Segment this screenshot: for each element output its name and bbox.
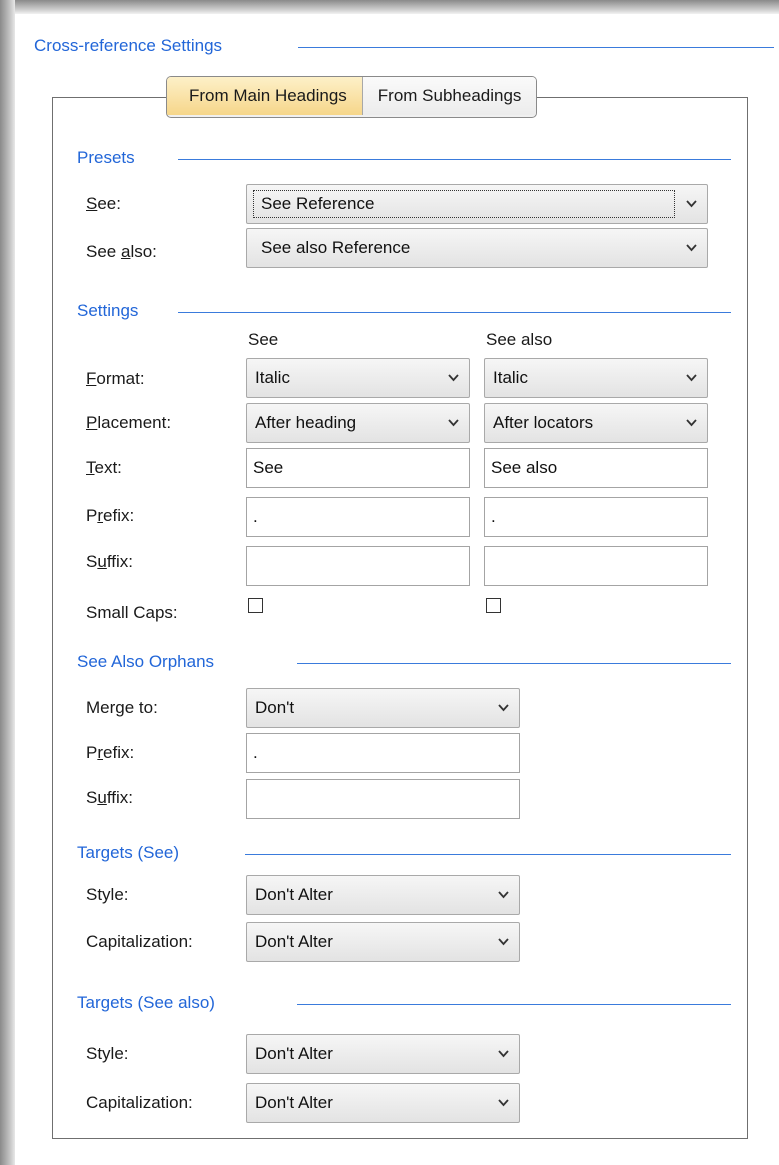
presets-rule bbox=[178, 159, 731, 160]
chevron-down-icon bbox=[448, 418, 459, 427]
merge-to-value: Don't bbox=[255, 698, 295, 717]
suffix-see-input[interactable] bbox=[246, 546, 470, 586]
orphans-prefix-value: . bbox=[253, 743, 258, 762]
tab-from-main-headings[interactable]: From Main Headings bbox=[167, 77, 363, 115]
text-see-also-value: See also bbox=[491, 458, 558, 477]
chevron-down-icon bbox=[498, 890, 509, 899]
small-caps-see-also-checkbox[interactable] bbox=[486, 598, 501, 613]
targets-see-also-cap-value: Don't Alter bbox=[255, 1093, 333, 1112]
placement-label: Placement: bbox=[86, 413, 172, 432]
prefix-see-value: . bbox=[253, 507, 258, 526]
format-label: Format: bbox=[86, 369, 145, 388]
targets-see-cap-label: Capitalization: bbox=[86, 932, 193, 951]
tab-strip: From Main Headings From Subheadings bbox=[166, 76, 538, 118]
placement-see-select[interactable]: After heading bbox=[246, 403, 470, 443]
targets-see-style-select[interactable]: Don't Alter bbox=[246, 875, 520, 915]
text-see-also-input[interactable]: See also bbox=[484, 448, 708, 488]
text-see-input[interactable]: See bbox=[246, 448, 470, 488]
chevron-down-icon bbox=[448, 373, 459, 382]
targets-see-also-header: Targets (See also) bbox=[77, 993, 215, 1012]
targets-see-also-rule bbox=[297, 1004, 731, 1005]
chevron-down-icon bbox=[498, 1098, 509, 1107]
column-header-see-also: See also bbox=[486, 330, 553, 349]
targets-see-style-label: Style: bbox=[86, 885, 129, 904]
targets-see-style-value: Don't Alter bbox=[255, 885, 333, 904]
placement-see-also-select[interactable]: After locators bbox=[484, 403, 708, 443]
text-label: Text: bbox=[86, 458, 122, 477]
orphans-prefix-input[interactable]: . bbox=[246, 733, 520, 773]
column-header-see: See bbox=[248, 330, 279, 349]
title-rule bbox=[298, 47, 774, 48]
presets-header: Presets bbox=[77, 148, 135, 167]
chevron-down-icon bbox=[686, 243, 697, 252]
format-see-also-select[interactable]: Italic bbox=[484, 358, 708, 398]
placement-see-value: After heading bbox=[255, 413, 357, 432]
see-also-orphans-header: See Also Orphans bbox=[77, 652, 215, 671]
chevron-down-icon bbox=[686, 373, 697, 382]
suffix-label: Suffix: bbox=[86, 552, 133, 571]
see-preset-value: See Reference bbox=[261, 194, 375, 213]
see-also-preset-value: See also Reference bbox=[261, 238, 411, 257]
small-caps-see-checkbox[interactable] bbox=[248, 598, 263, 613]
targets-see-rule bbox=[245, 854, 731, 855]
see-also-preset-label: See also: bbox=[86, 242, 157, 261]
targets-see-also-cap-label: Capitalization: bbox=[86, 1093, 193, 1112]
targets-see-also-style-label: Style: bbox=[86, 1044, 129, 1063]
prefix-see-input[interactable]: . bbox=[246, 497, 470, 537]
chevron-down-icon bbox=[686, 199, 697, 208]
chevron-down-icon bbox=[498, 703, 509, 712]
targets-see-also-style-value: Don't Alter bbox=[255, 1044, 333, 1063]
small-caps-label: Small Caps: bbox=[86, 603, 178, 622]
chevron-down-icon bbox=[498, 937, 509, 946]
merge-to-select[interactable]: Don't bbox=[246, 688, 520, 728]
prefix-see-also-value: . bbox=[491, 507, 496, 526]
targets-see-cap-value: Don't Alter bbox=[255, 932, 333, 951]
prefix-see-also-input[interactable]: . bbox=[484, 497, 708, 537]
orphans-rule bbox=[297, 663, 731, 664]
cross-reference-settings-title: Cross-reference Settings bbox=[34, 36, 223, 55]
window-shadow-top bbox=[0, 0, 779, 14]
chevron-down-icon bbox=[498, 1049, 509, 1058]
orphans-suffix-label: Suffix: bbox=[86, 788, 133, 807]
see-preset-label: See: bbox=[86, 194, 121, 213]
chevron-down-icon bbox=[686, 418, 697, 427]
targets-see-also-style-select[interactable]: Don't Alter bbox=[246, 1034, 520, 1074]
orphans-suffix-input[interactable] bbox=[246, 779, 520, 819]
targets-see-cap-select[interactable]: Don't Alter bbox=[246, 922, 520, 962]
format-see-value: Italic bbox=[255, 368, 290, 387]
placement-see-also-value: After locators bbox=[493, 413, 594, 432]
prefix-label: Prefix: bbox=[86, 506, 135, 525]
format-see-also-value: Italic bbox=[493, 368, 528, 387]
window-shadow-left bbox=[0, 0, 15, 1165]
settings-rule bbox=[178, 312, 731, 313]
see-also-preset-select[interactable]: See also Reference bbox=[246, 228, 708, 268]
orphans-prefix-label: Prefix: bbox=[86, 743, 135, 762]
tab-from-subheadings[interactable]: From Subheadings bbox=[362, 77, 537, 115]
suffix-see-also-input[interactable] bbox=[484, 546, 708, 586]
settings-header: Settings bbox=[77, 301, 139, 320]
merge-to-label: Merge to: bbox=[86, 698, 158, 717]
format-see-select[interactable]: Italic bbox=[246, 358, 470, 398]
see-preset-select[interactable]: See Reference bbox=[246, 184, 708, 224]
targets-see-header: Targets (See) bbox=[77, 843, 180, 862]
text-see-value: See bbox=[253, 458, 284, 477]
targets-see-also-cap-select[interactable]: Don't Alter bbox=[246, 1083, 520, 1123]
